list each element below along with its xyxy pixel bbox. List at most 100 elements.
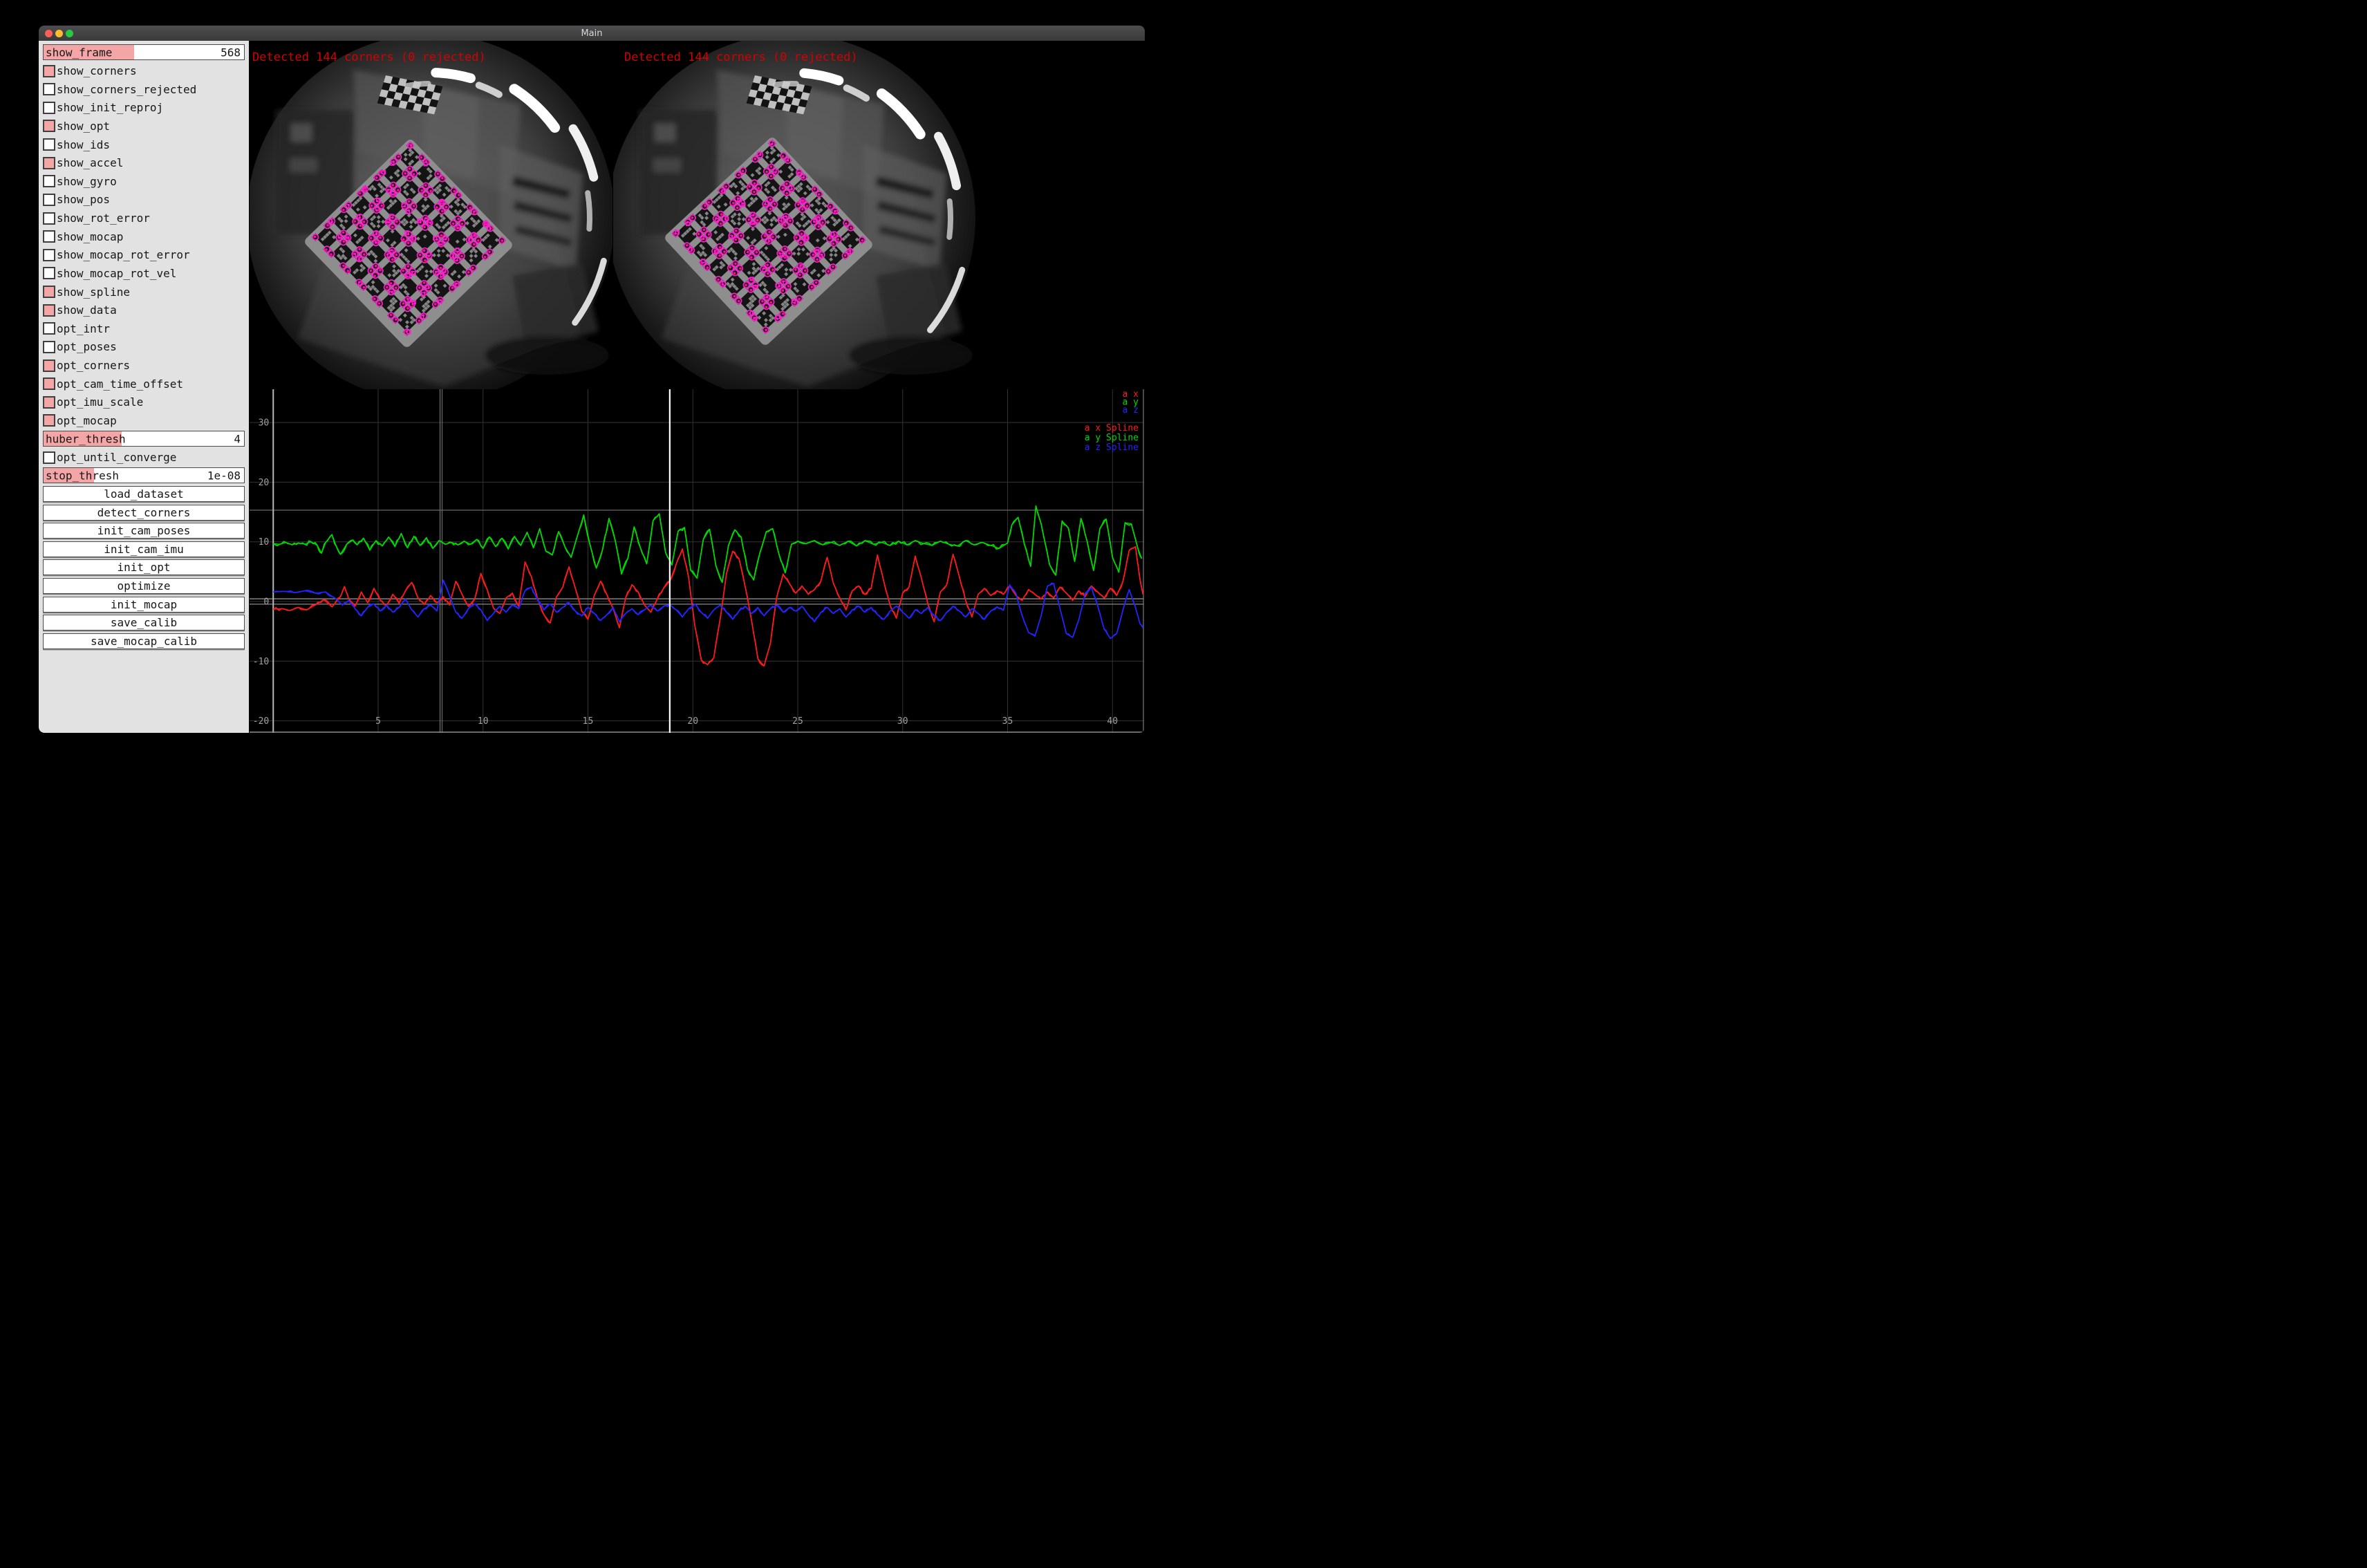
svg-text:a z Spline: a z Spline <box>1085 442 1139 453</box>
checkbox-label: show_opt <box>57 120 110 133</box>
checkbox-opt_mocap[interactable]: opt_mocap <box>43 412 245 429</box>
checkbox-label: show_init_reproj <box>57 101 163 114</box>
button-save_mocap_calib[interactable]: save_mocap_calib <box>43 633 245 649</box>
detection-status-cam1: Detected 144 corners (0 rejected) <box>624 50 858 64</box>
checkbox-box[interactable] <box>43 138 55 151</box>
checkbox-box[interactable] <box>43 267 55 279</box>
checkbox-show_mocap[interactable]: show_mocap <box>43 228 245 245</box>
checkbox-box[interactable] <box>43 396 55 409</box>
control-panel: show_frame 568 show_corners show_corners_re… <box>39 41 249 733</box>
checkbox-show_pos[interactable]: show_pos <box>43 192 245 208</box>
checkbox-box[interactable] <box>43 360 55 372</box>
svg-text:25: 25 <box>792 716 803 727</box>
window-title: Main <box>581 28 602 39</box>
checkbox-show_ids[interactable]: show_ids <box>43 136 245 153</box>
svg-text:-10: -10 <box>253 657 269 667</box>
checkbox-box[interactable] <box>43 157 55 169</box>
slider-label: show_frame <box>46 46 112 59</box>
checkbox-label: show_ids <box>57 138 110 151</box>
checkbox-show_corners_rejected[interactable]: show_corners_rejected <box>43 81 245 97</box>
slider-label: stop_thresh <box>46 469 119 482</box>
svg-text:15: 15 <box>583 716 594 727</box>
checkbox-opt_corners[interactable]: opt_corners <box>43 357 245 374</box>
checkbox-box[interactable] <box>43 175 55 187</box>
button-detect_corners[interactable]: detect_corners <box>43 505 245 521</box>
button-save_calib[interactable]: save_calib <box>43 615 245 631</box>
checkbox-show_corners[interactable]: show_corners <box>43 63 245 80</box>
checkbox-show_mocap_rot_vel[interactable]: show_mocap_rot_vel <box>43 265 245 281</box>
slider-value: 4 <box>234 432 241 445</box>
svg-text:40: 40 <box>1107 716 1118 727</box>
svg-text:10: 10 <box>478 716 489 727</box>
checkbox-box[interactable] <box>43 212 55 225</box>
checkbox-label: show_mocap_rot_vel <box>57 267 176 280</box>
checkbox-box[interactable] <box>43 83 55 95</box>
checkbox-show_gyro[interactable]: show_gyro <box>43 173 245 189</box>
checkbox-box[interactable] <box>43 65 55 77</box>
checkbox-label: show_mocap_rot_error <box>57 248 190 261</box>
checkbox-show_spline[interactable]: show_spline <box>43 283 245 300</box>
checkbox-box[interactable] <box>43 230 55 243</box>
close-button-icon[interactable] <box>45 30 53 37</box>
checkbox-show_rot_error[interactable]: show_rot_error <box>43 210 245 227</box>
checkbox-label: opt_imu_scale <box>57 395 143 409</box>
checkbox-box[interactable] <box>43 249 55 261</box>
slider-label: huber_thresh <box>46 432 126 445</box>
button-init_opt[interactable]: init_opt <box>43 559 245 575</box>
checkbox-box[interactable] <box>43 120 55 132</box>
checkbox-box[interactable] <box>43 286 55 298</box>
fisheye-image <box>250 41 612 389</box>
checkbox-label: show_accel <box>57 156 123 169</box>
slider-value: 568 <box>221 46 241 59</box>
checkbox-show_init_reproj[interactable]: show_init_reproj <box>43 100 245 116</box>
checkbox-label: opt_until_converge <box>57 451 176 464</box>
svg-text:30: 30 <box>259 418 270 429</box>
checkbox-opt_cam_time_offset[interactable]: opt_cam_time_offset <box>43 375 245 392</box>
camera-view-0[interactable]: Detected 144 corners (0 rejected) <box>250 41 612 389</box>
checkbox-label: opt_cam_time_offset <box>57 377 183 391</box>
title-bar[interactable]: Main <box>39 26 1145 41</box>
checkbox-label: opt_intr <box>57 322 110 335</box>
fisheye-image <box>613 41 976 389</box>
detection-status-cam0: Detected 144 corners (0 rejected) <box>252 50 486 64</box>
svg-text:20: 20 <box>687 716 698 727</box>
checkbox-box[interactable] <box>43 377 55 390</box>
checkbox-show_opt[interactable]: show_opt <box>43 118 245 134</box>
checkbox-opt_intr[interactable]: opt_intr <box>43 320 245 337</box>
svg-text:a x Spline: a x Spline <box>1085 423 1139 433</box>
checkbox-show_mocap_rot_error[interactable]: show_mocap_rot_error <box>43 247 245 263</box>
button-init_mocap[interactable]: init_mocap <box>43 597 245 613</box>
button-init_cam_poses[interactable]: init_cam_poses <box>43 523 245 539</box>
svg-text:10: 10 <box>259 537 270 548</box>
checkbox-box[interactable] <box>43 304 55 317</box>
checkbox-box[interactable] <box>43 194 55 206</box>
checkbox-opt_poses[interactable]: opt_poses <box>43 339 245 355</box>
accel-plot[interactable]: 5101520253035403020100-10-20a xa ya za x… <box>250 389 1144 733</box>
desktop: { "window": { "title": "Main" }, "traffi… <box>0 0 1184 784</box>
checkbox-label: show_corners <box>57 64 137 77</box>
checkbox-opt_until_converge[interactable]: opt_until_converge <box>43 449 245 466</box>
plot-canvas[interactable]: 5101520253035403020100-10-20a xa ya za x… <box>250 389 1144 733</box>
checkbox-box[interactable] <box>43 414 55 427</box>
checkbox-opt_imu_scale[interactable]: opt_imu_scale <box>43 394 245 411</box>
slider-stop_thresh[interactable]: stop_thresh1e-08 <box>43 467 245 484</box>
slider-show_frame[interactable]: show_frame 568 <box>43 44 245 61</box>
checkbox-box[interactable] <box>43 102 55 114</box>
zoom-button-icon[interactable] <box>66 30 73 37</box>
checkbox-show_data[interactable]: show_data <box>43 302 245 319</box>
main-window: Main show_frame 568 show_corners show_corne… <box>39 26 1145 733</box>
camera-view-1[interactable]: Detected 144 corners (0 rejected) <box>613 41 976 389</box>
slider-huber_thresh[interactable]: huber_thresh 4 <box>43 431 245 447</box>
checkbox-label: show_corners_rejected <box>57 83 196 96</box>
button-optimize[interactable]: optimize <box>43 578 245 594</box>
minimize-button-icon[interactable] <box>55 30 63 37</box>
checkbox-show_accel[interactable]: show_accel <box>43 155 245 171</box>
checkbox-label: show_pos <box>57 193 110 206</box>
button-load_dataset[interactable]: load_dataset <box>43 486 245 502</box>
svg-text:0: 0 <box>263 597 269 608</box>
checkbox-box[interactable] <box>43 451 55 464</box>
checkbox-box[interactable] <box>43 322 55 335</box>
svg-text:20: 20 <box>259 478 270 488</box>
checkbox-box[interactable] <box>43 341 55 353</box>
button-init_cam_imu[interactable]: init_cam_imu <box>43 541 245 557</box>
